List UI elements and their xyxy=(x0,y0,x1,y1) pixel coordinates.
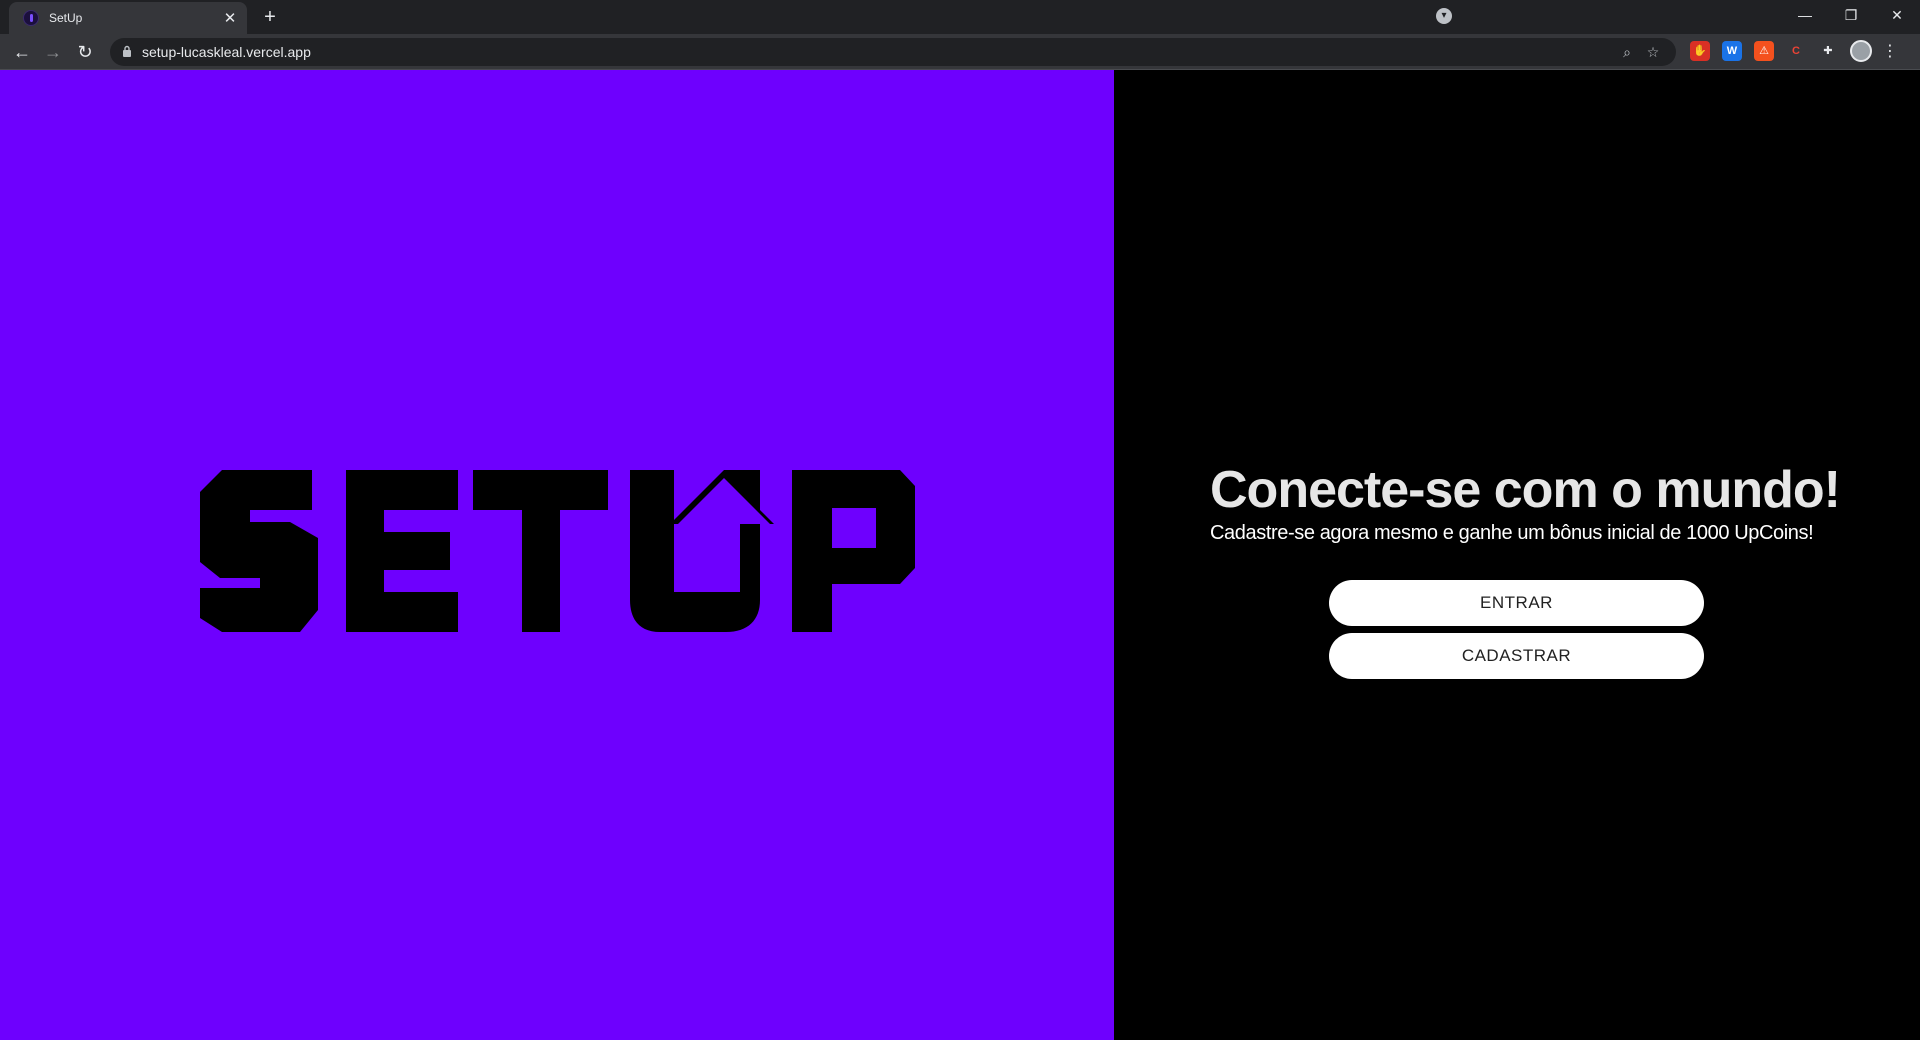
page-content: Conecte-se com o mundo! Cadastre-se agor… xyxy=(0,70,1920,1040)
auth-panel: Conecte-se com o mundo! Cadastre-se agor… xyxy=(1114,70,1920,1040)
close-window-button[interactable]: ✕ xyxy=(1874,0,1920,30)
tab-close-icon[interactable]: ✕ xyxy=(221,9,239,27)
minimize-button[interactable]: — xyxy=(1782,0,1828,30)
restore-button[interactable]: ❐ xyxy=(1828,0,1874,30)
reload-button[interactable]: ↻ xyxy=(72,39,98,65)
new-tab-button[interactable]: + xyxy=(258,5,282,29)
back-button[interactable]: ← xyxy=(9,39,35,65)
zoom-icon[interactable]: ⌕ xyxy=(1614,44,1640,61)
signup-button[interactable]: CADASTRAR xyxy=(1329,633,1704,679)
setup-logo xyxy=(200,470,915,632)
brand-panel xyxy=(0,70,1114,1040)
translate-extension-icon[interactable]: W xyxy=(1722,41,1742,61)
tab-title: SetUp xyxy=(49,11,83,25)
extensions-area: ✋ W ⚠ C ✚ ⋮ xyxy=(1690,40,1898,62)
c-extension-icon[interactable]: C xyxy=(1786,41,1806,61)
bookmark-star-icon[interactable]: ☆ xyxy=(1640,44,1666,61)
login-button[interactable]: ENTRAR xyxy=(1329,580,1704,626)
browser-toolbar: ← → ↻ setup-lucaskleal.vercel.app ⌕ ☆ ✋ … xyxy=(0,34,1920,70)
url-text[interactable]: setup-lucaskleal.vercel.app xyxy=(142,44,1614,60)
forward-button[interactable]: → xyxy=(40,39,66,65)
lock-icon[interactable] xyxy=(120,45,134,59)
adblock-icon[interactable]: ✋ xyxy=(1690,41,1710,61)
orange-extension-icon[interactable]: ⚠ xyxy=(1754,41,1774,61)
window-controls: — ❐ ✕ xyxy=(1782,0,1920,30)
profile-dropdown-icon[interactable]: ▾ xyxy=(1436,8,1452,24)
browser-tab[interactable]: SetUp ✕ xyxy=(9,2,247,34)
address-bar[interactable]: setup-lucaskleal.vercel.app ⌕ ☆ xyxy=(110,38,1676,66)
puzzle-icon[interactable]: ✚ xyxy=(1818,41,1838,61)
site-favicon-icon xyxy=(23,10,39,26)
profile-avatar[interactable] xyxy=(1850,40,1872,62)
browser-menu-icon[interactable]: ⋮ xyxy=(1882,41,1898,61)
hero-headline: Conecte-se com o mundo! xyxy=(1210,461,1841,519)
hero-subline: Cadastre-se agora mesmo e ganhe um bônus… xyxy=(1210,522,1814,544)
tab-strip: SetUp ✕ + ▾ — ❐ ✕ xyxy=(0,0,1920,34)
